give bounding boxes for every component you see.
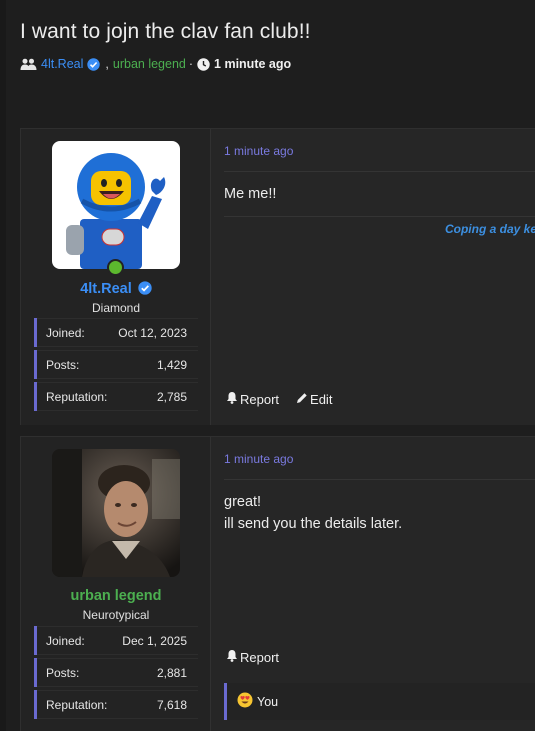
username[interactable]: urban legend (21, 588, 211, 604)
stat-value: 1,429 (156, 357, 187, 372)
heart-eyes-emoji-icon (237, 692, 253, 711)
users-icon (20, 58, 37, 71)
avatar[interactable] (52, 449, 180, 577)
bell-icon (226, 649, 238, 665)
stat-label: Posts: (46, 357, 80, 372)
stat-reputation: Reputation: 7,618 (34, 690, 198, 719)
verified-badge-icon (87, 57, 101, 71)
post: 4lt.Real Diamond Joined: Oct 12, 2023 Po… (20, 128, 535, 425)
post-message: great! ill send you the details later. (224, 491, 402, 535)
stat-value: Oct 12, 2023 (118, 325, 187, 340)
meta-comma: , (105, 57, 109, 71)
stat-value: 2,881 (156, 665, 187, 680)
post-divider (224, 171, 535, 172)
post-actions: Report (226, 649, 279, 665)
user-title: Diamond (91, 301, 141, 315)
edit-label: Edit (310, 391, 333, 407)
thread-meta: 4lt.Real , urban legend · 1 minute ago (20, 57, 535, 71)
verified-badge-icon (138, 281, 152, 299)
stat-value: 7,618 (156, 697, 187, 712)
reaction-users: You (257, 694, 279, 709)
stat-posts: Posts: 2,881 (34, 658, 198, 687)
stat-label: Reputation: (46, 389, 108, 404)
reactions-bar[interactable]: You (224, 683, 535, 720)
stat-reputation: Reputation: 2,785 (34, 382, 198, 411)
pencil-icon (296, 392, 308, 407)
participant-link[interactable]: urban legend (113, 57, 186, 71)
post-message: Me me!! (224, 186, 277, 202)
post-user-panel: urban legend Neurotypical Joined: Dec 1,… (21, 437, 211, 731)
post-body: 1 minute ago Me me!! Coping a day ke Rep… (212, 129, 535, 425)
stat-joined: Joined: Oct 12, 2023 (34, 318, 198, 347)
edit-button[interactable]: Edit (296, 392, 332, 407)
stat-posts: Posts: 1,429 (34, 350, 198, 379)
thread-header: I want to jojn the clav fan club!! 4lt.R… (20, 20, 535, 71)
thread-title: I want to jojn the clav fan club!! (20, 20, 311, 43)
participant-link[interactable]: 4lt.Real (41, 57, 83, 71)
post-message-line: ill send you the details later. (224, 516, 403, 532)
online-status-indicator (107, 259, 124, 276)
username[interactable]: 4lt.Real (21, 281, 211, 299)
signature: Coping a day ke (444, 222, 535, 236)
stat-label: Joined: (46, 633, 85, 648)
meta-separator: · (188, 57, 194, 71)
stat-label: Reputation: (46, 697, 108, 712)
post-body: 1 minute ago great! ill send you the det… (212, 437, 535, 731)
stat-joined: Joined: Dec 1, 2025 (34, 626, 198, 655)
report-button[interactable]: Report (226, 391, 279, 407)
post-divider (224, 479, 535, 480)
thread-time: 1 minute ago (214, 57, 292, 71)
post-actions: Report Edit (226, 391, 332, 407)
report-label: Report (240, 391, 280, 407)
stat-label: Posts: (46, 665, 80, 680)
post: urban legend Neurotypical Joined: Dec 1,… (20, 436, 535, 731)
stat-value: 2,785 (156, 389, 187, 404)
post-message-line: great! (224, 494, 262, 510)
left-edge-strip (0, 0, 6, 731)
bell-icon (226, 391, 238, 407)
post-time-link[interactable]: 1 minute ago (224, 452, 293, 466)
report-label: Report (240, 649, 280, 665)
avatar[interactable] (52, 141, 180, 269)
post-user-panel: 4lt.Real Diamond Joined: Oct 12, 2023 Po… (21, 129, 211, 425)
signature-divider (224, 216, 535, 217)
post-time-link[interactable]: 1 minute ago (224, 144, 293, 158)
user-title: Neurotypical (82, 608, 150, 622)
clock-icon (197, 57, 210, 71)
report-button[interactable]: Report (226, 649, 279, 665)
stat-value: Dec 1, 2025 (122, 633, 187, 648)
stat-label: Joined: (46, 325, 85, 340)
